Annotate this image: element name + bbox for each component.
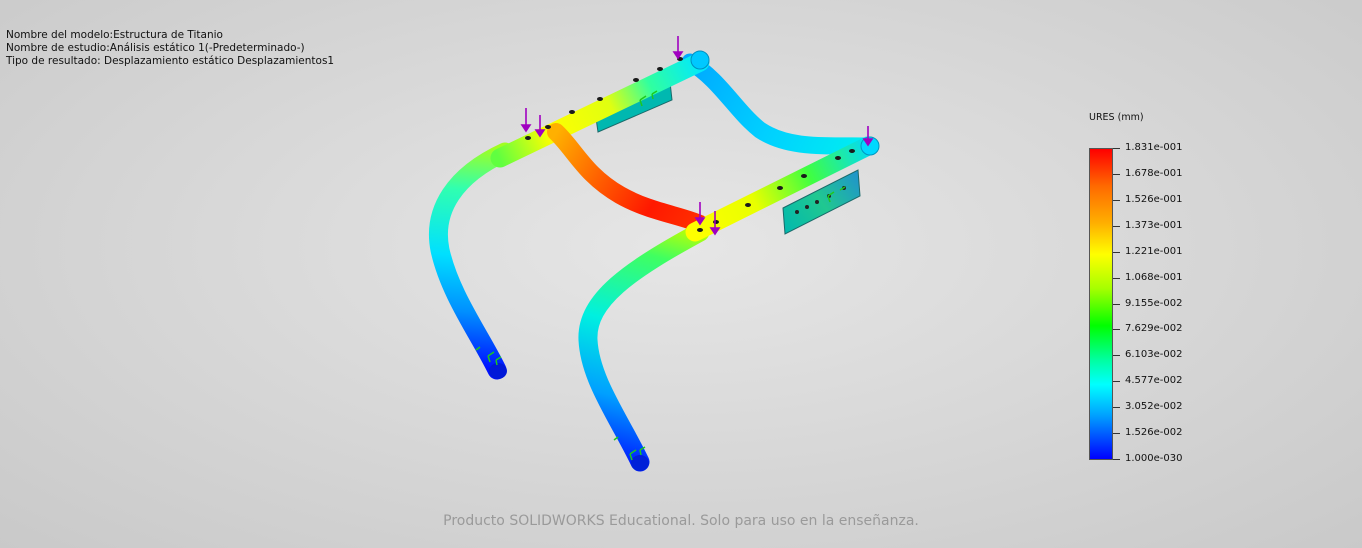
legend-title: URES (mm): [1089, 112, 1144, 123]
back-tube-rear-right: [681, 53, 877, 155]
tube-end-left: [489, 363, 507, 379]
legend-tick: [1113, 407, 1120, 409]
legend-tick: [1113, 433, 1120, 435]
legend-tick-label: 1.221e-001: [1125, 245, 1183, 257]
tube-end-left-top: [690, 50, 710, 70]
legend-tick-label: 1.068e-001: [1125, 271, 1183, 283]
tube-cross-member: [547, 123, 709, 233]
legend-tick: [1113, 251, 1120, 253]
legend-tick: [1113, 355, 1120, 357]
legend-tick: [1113, 277, 1120, 279]
legend-tick: [1113, 199, 1120, 201]
legend-tick-label: 1.831e-001: [1125, 142, 1183, 153]
legend-tick-label: 9.155e-002: [1125, 297, 1183, 309]
legend-tick-label: 1.526e-002: [1125, 427, 1183, 439]
legend-tick-label: 1.678e-001: [1125, 167, 1183, 179]
tube-left-leg: [429, 142, 515, 380]
legend-tick: [1113, 381, 1120, 383]
legend-tick: [1113, 173, 1120, 175]
legend-tick-label: 3.052e-002: [1125, 401, 1183, 413]
tube-left-beam: [490, 52, 710, 168]
legend-tick: [1113, 459, 1120, 460]
legend-tick-label: 1.000e-030: [1125, 453, 1183, 464]
legend-tick-label: 7.629e-002: [1125, 323, 1183, 335]
legend-color-bar: [1089, 148, 1113, 460]
legend-tick-label: 6.103e-002: [1125, 349, 1183, 361]
tube-right-leg: [578, 222, 710, 472]
legend-tick-label: 1.373e-001: [1125, 219, 1183, 231]
legend-tick: [1113, 225, 1120, 227]
legend-tick: [1113, 303, 1120, 305]
tube-end-right: [631, 455, 649, 471]
legend-tick-label: 1.526e-001: [1125, 193, 1183, 205]
legend-tick-label: 4.577e-002: [1125, 375, 1183, 387]
legend-tick: [1113, 329, 1120, 331]
educational-watermark: Producto SOLIDWORKS Educational. Solo pa…: [443, 513, 919, 529]
legend-tick: [1113, 148, 1120, 149]
